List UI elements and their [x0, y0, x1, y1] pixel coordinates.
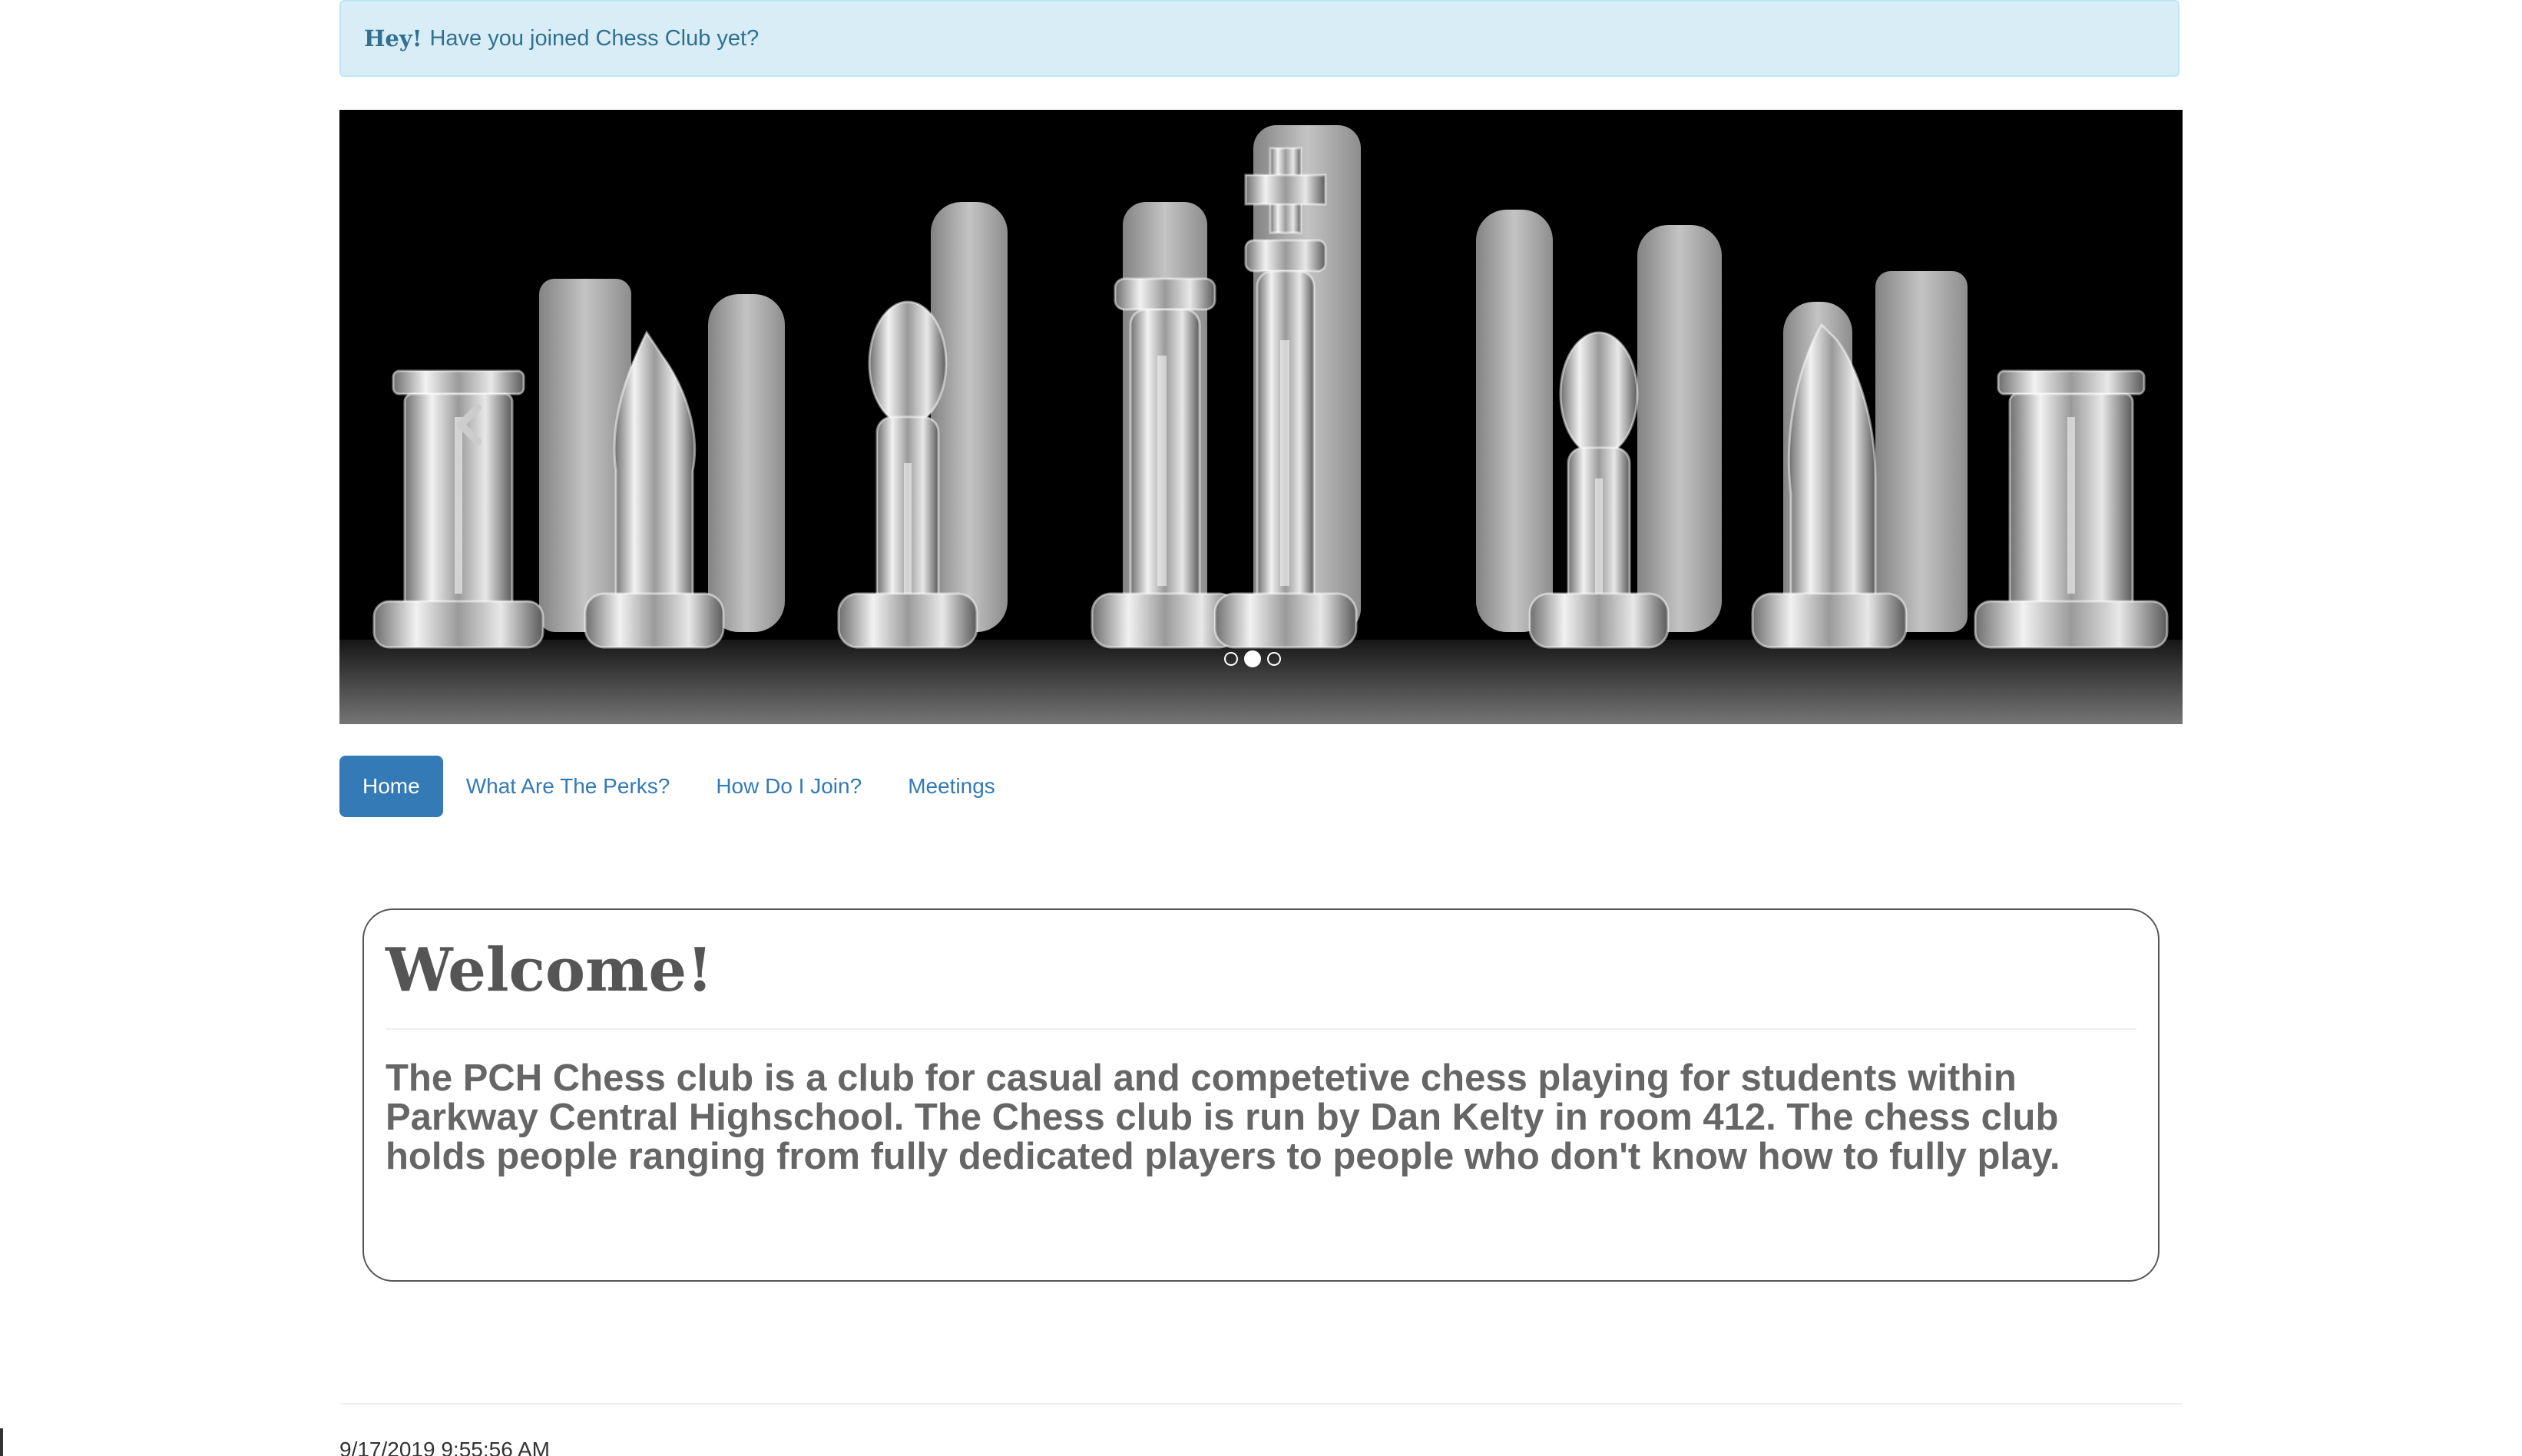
- alert-strong: Hey!: [364, 25, 422, 51]
- welcome-panel: Welcome! The PCH Chess club is a club fo…: [362, 908, 2160, 1282]
- footer-timestamp: 9/17/2019 9:55:56 AM: [339, 1438, 550, 1456]
- carousel-indicator-3[interactable]: [1267, 652, 1281, 666]
- nav-perks[interactable]: What Are The Perks?: [443, 756, 693, 817]
- nav-meetings[interactable]: Meetings: [885, 756, 1018, 817]
- carousel-indicator-2[interactable]: [1244, 650, 1261, 667]
- image-carousel[interactable]: [339, 110, 2183, 724]
- welcome-description: The PCH Chess club is a club for casual …: [386, 1057, 2060, 1177]
- window-edge: [0, 1428, 3, 1456]
- info-alert: Hey! Have you joined Chess Club yet?: [339, 0, 2179, 77]
- nav-how-to-join[interactable]: How Do I Join?: [693, 756, 885, 817]
- chess-photo: [339, 110, 2183, 724]
- carousel-indicator-1[interactable]: [1224, 652, 1238, 666]
- carousel-indicators: [1224, 650, 1281, 667]
- welcome-title: Welcome!: [386, 935, 713, 1005]
- carousel-prev-button[interactable]: [424, 379, 516, 471]
- alert-message: Have you joined Chess Club yet?: [429, 25, 760, 51]
- chevron-left-icon: [457, 404, 482, 445]
- footer-divider: [339, 1403, 2183, 1405]
- nav-pills: Home What Are The Perks? How Do I Join? …: [339, 756, 1018, 817]
- welcome-divider: [386, 1027, 2136, 1030]
- nav-home[interactable]: Home: [339, 756, 443, 817]
